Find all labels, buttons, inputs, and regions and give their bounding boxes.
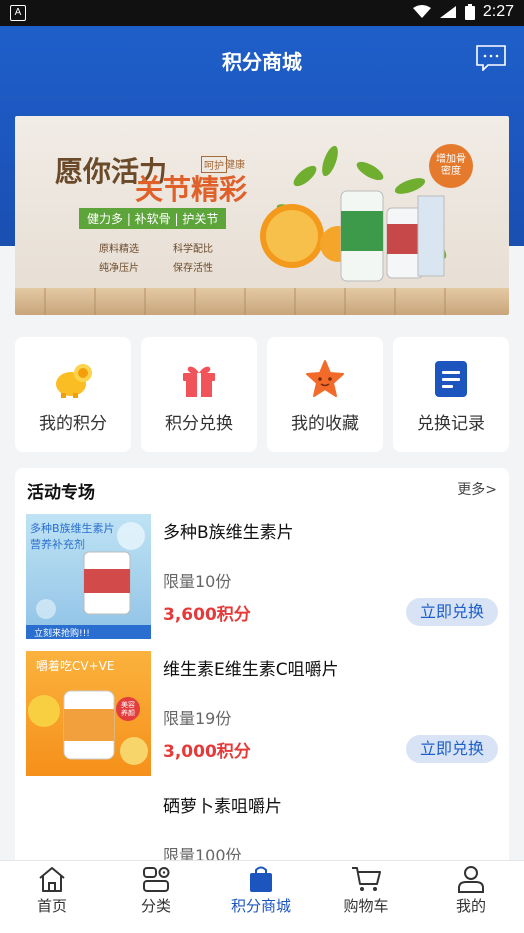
tab-label: 首页 <box>36 897 67 915</box>
promo-banner[interactable]: 愿你活力 关节精彩 呵护 健康 健力多 | 补软骨 | 护关节 原料精选 科学配… <box>15 116 509 315</box>
product-limit: 限量19份 <box>163 709 232 728</box>
product-limit: 限量10份 <box>163 572 232 591</box>
banner-badge: 增加骨密度 <box>436 154 466 177</box>
home-icon <box>39 867 65 892</box>
wifi-icon <box>412 5 431 18</box>
star-icon <box>306 360 344 397</box>
battery-icon <box>464 4 475 20</box>
banner-slogan: 健力多 | 补软骨 | 护关节 <box>79 208 227 229</box>
banner-headline2: 关节精彩 <box>135 173 248 206</box>
status-bar: A 2:27 <box>0 0 524 26</box>
tab-label: 分类 <box>140 897 171 915</box>
tab-category[interactable]: 分类 <box>104 861 208 921</box>
redeem-button[interactable]: 立即兑换 <box>406 735 498 763</box>
quick-exchange-records[interactable]: 兑换记录 <box>393 337 509 452</box>
product-name: 维生素E维生素C咀嚼片 <box>163 660 339 680</box>
banner-feature-1: 原料精选 <box>99 244 139 255</box>
message-icon[interactable] <box>476 45 506 71</box>
banner-tag1: 呵护 <box>201 156 227 173</box>
activity-section: 活动专场 更多> 多种B族维生素片 营养补充剂 立刻来抢购!!! 多种B族维生素… <box>15 468 509 888</box>
product-image-text: 多种B族维生素片 <box>30 522 115 535</box>
notification-icon: A <box>10 5 26 21</box>
product-image-text: 嚼着吃CV+VE <box>36 659 115 673</box>
product-image-subtext: 营养补充剂 <box>30 538 85 551</box>
tab-label: 购物车 <box>343 897 389 915</box>
tab-mine[interactable]: 我的 <box>419 861 523 921</box>
user-icon <box>458 866 484 893</box>
gift-icon <box>183 366 215 397</box>
product-item[interactable]: 嚼着吃CV+VE 美容养颜 维生素E维生素C咀嚼片 限量19份 3,000积分 … <box>15 651 509 781</box>
status-time: 2:27 <box>482 3 514 20</box>
banner-feature-2: 科学配比 <box>173 244 213 255</box>
shopping-bag-icon <box>250 866 272 892</box>
product-image: 嚼着吃CV+VE 美容养颜 <box>26 651 151 776</box>
cart-icon <box>352 867 381 891</box>
product-image: 多种B族维生素片 营养补充剂 立刻来抢购!!! <box>26 514 151 639</box>
quick-points-exchange[interactable]: 积分兑换 <box>141 337 257 452</box>
product-name: 多种B族维生素片 <box>163 523 294 543</box>
tab-cart[interactable]: 购物车 <box>314 861 418 921</box>
quick-label: 兑换记录 <box>417 414 485 434</box>
product-image-subtext: 美容养颜 <box>121 701 135 717</box>
signal-icon <box>439 6 456 18</box>
quick-label: 我的收藏 <box>291 414 359 434</box>
tab-label: 我的 <box>455 897 486 915</box>
redeem-button[interactable]: 立即兑换 <box>406 598 498 626</box>
quick-label: 积分兑换 <box>165 414 233 434</box>
bottom-tab-bar: 首页 分类 积分商城 购物车 我的 <box>0 860 524 933</box>
more-link[interactable]: 更多> <box>457 479 497 499</box>
quick-my-favorites[interactable]: 我的收藏 <box>267 337 383 452</box>
tab-label: 积分商城 <box>230 897 291 915</box>
product-item[interactable]: 多种B族维生素片 营养补充剂 立刻来抢购!!! 多种B族维生素片 限量10份 3… <box>15 514 509 644</box>
section-title: 活动专场 <box>27 483 95 503</box>
tab-home[interactable]: 首页 <box>0 861 104 921</box>
category-icon <box>143 867 170 892</box>
product-name: 硒萝卜素咀嚼片 <box>163 797 282 817</box>
product-image-cta: 立刻来抢购!!! <box>34 629 90 639</box>
page-title: 积分商城 <box>222 50 302 74</box>
document-icon <box>435 361 467 397</box>
product-price: 3,600积分 <box>163 605 251 625</box>
banner-feature-3: 纯净压片 <box>99 263 139 274</box>
quick-my-points[interactable]: 我的积分 <box>15 337 131 452</box>
banner-feature-4: 保存活性 <box>173 263 213 274</box>
product-price: 3,000积分 <box>163 742 251 762</box>
tab-points-mall[interactable]: 积分商城 <box>209 861 313 921</box>
coin-pig-icon <box>56 364 92 398</box>
quick-label: 我的积分 <box>39 414 107 434</box>
banner-tag2: 健康 <box>225 160 245 171</box>
